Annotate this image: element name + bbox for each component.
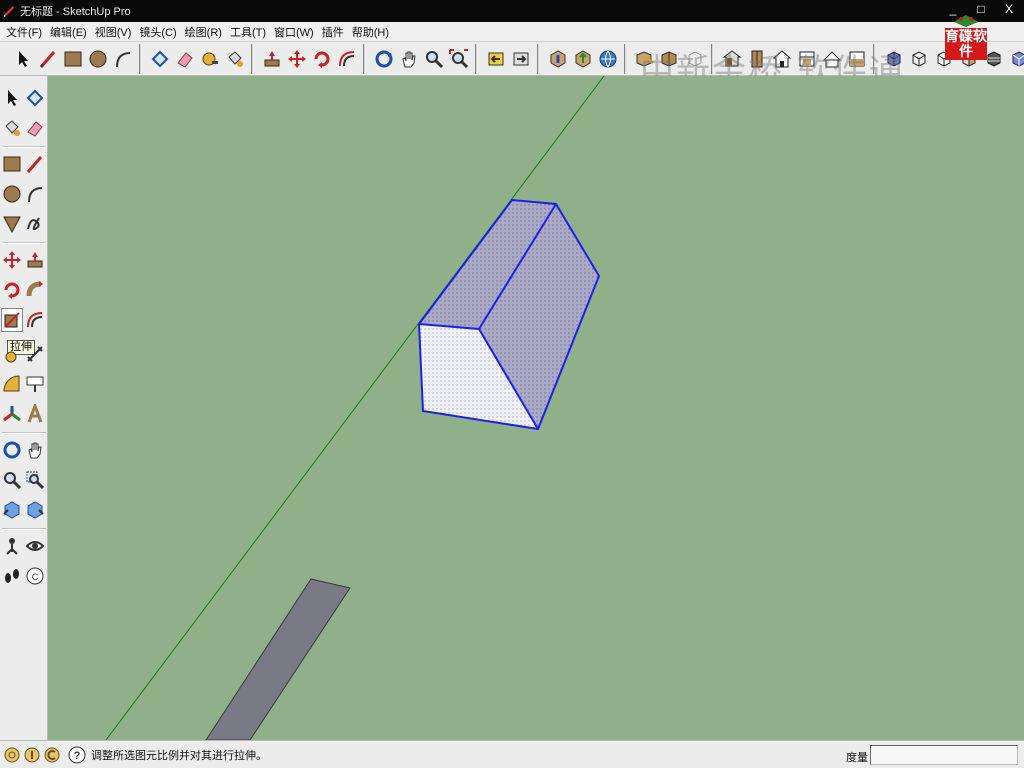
zoom-extents-icon[interactable] [447, 46, 471, 72]
axes-icon[interactable] [1, 402, 23, 426]
main-toolbar [0, 42, 1024, 76]
measurements-input[interactable] [870, 745, 1018, 765]
line-icon[interactable] [24, 152, 46, 176]
tape-measure-icon[interactable] [1, 342, 23, 366]
scene-drawing [105, 76, 605, 740]
menu-plugins[interactable]: 插件 [318, 24, 348, 40]
pan-icon[interactable] [397, 46, 421, 72]
logo-text: 育碟软件 [945, 28, 987, 60]
circle-icon[interactable] [1, 182, 23, 206]
section-icon[interactable] [683, 46, 707, 72]
eraser-icon[interactable] [24, 116, 46, 140]
user-icon[interactable] [43, 746, 61, 764]
credits-icon[interactable] [23, 746, 41, 764]
monochrome-icon[interactable] [1007, 46, 1024, 72]
back-view-icon[interactable] [820, 46, 844, 72]
follow-me-icon[interactable] [24, 278, 46, 302]
line-icon[interactable] [36, 46, 60, 72]
freehand-icon[interactable] [24, 212, 46, 236]
xray-icon[interactable] [882, 46, 906, 72]
arc-icon[interactable] [24, 182, 46, 206]
menu-window[interactable]: 窗口(W) [270, 24, 318, 40]
look-around-icon[interactable] [24, 534, 46, 558]
left-toolbar: 拉伸 C [0, 76, 48, 740]
status-bar: ? 调整所选图元比例并对其进行拉伸。 度量 [0, 740, 1024, 768]
menu-file[interactable]: 文件(F) [2, 24, 46, 40]
previous-view-icon[interactable] [1, 498, 23, 522]
scale-icon[interactable] [1, 308, 23, 332]
text-icon[interactable] [24, 372, 46, 396]
3d-text-icon[interactable] [24, 402, 46, 426]
model-viewport[interactable] [48, 76, 1024, 740]
push-pull-icon[interactable] [24, 248, 46, 272]
paint-bucket-icon[interactable] [223, 46, 247, 72]
wireframe-icon[interactable] [907, 46, 931, 72]
move-icon[interactable] [285, 46, 309, 72]
3d-warehouse-icon[interactable] [596, 46, 620, 72]
make-component-icon[interactable] [24, 86, 46, 110]
rectangle-icon[interactable] [61, 46, 85, 72]
close-button[interactable]: X [1002, 2, 1016, 16]
title-bar: 无标题 - SketchUp Pro _ □ X [0, 0, 1024, 22]
component-icon[interactable] [633, 46, 657, 72]
menu-bar: 文件(F) 编辑(E) 视图(V) 镜头(C) 绘图(R) 工具(T) 窗口(W… [0, 22, 1024, 42]
position-camera-icon[interactable] [1, 534, 23, 558]
zoom-icon[interactable] [1, 468, 23, 492]
select-icon[interactable] [1, 86, 23, 110]
dimension-icon[interactable] [24, 342, 46, 366]
polygon-icon[interactable] [1, 212, 23, 236]
left-view-icon[interactable] [845, 46, 869, 72]
iso-view-icon[interactable] [720, 46, 744, 72]
push-pull-icon[interactable] [260, 46, 284, 72]
share-model-icon[interactable] [571, 46, 595, 72]
right-view-icon[interactable] [795, 46, 819, 72]
status-hint: 调整所选图元比例并对其进行拉伸。 [91, 749, 267, 762]
sketchup-app-icon[interactable] [2, 4, 16, 18]
make-component-icon[interactable] [148, 46, 172, 72]
rectangle-icon[interactable] [1, 152, 23, 176]
menu-draw[interactable]: 绘图(R) [181, 24, 226, 40]
get-models-icon[interactable] [546, 46, 570, 72]
zoom-extents-icon[interactable] [24, 498, 46, 522]
svg-text:C: C [32, 572, 39, 582]
tape-measure-icon[interactable] [198, 46, 222, 72]
svg-text:?: ? [74, 750, 81, 762]
select-icon[interactable] [11, 46, 35, 72]
orbit-icon[interactable] [372, 46, 396, 72]
arc-icon[interactable] [111, 46, 135, 72]
menu-view[interactable]: 视图(V) [91, 24, 136, 40]
next-view-icon[interactable] [509, 46, 533, 72]
help-icon[interactable]: ? [67, 745, 87, 765]
share-component-icon[interactable] [658, 46, 682, 72]
front-view-icon[interactable] [770, 46, 794, 72]
paint-bucket-icon[interactable] [1, 116, 23, 140]
orbit-icon[interactable] [1, 438, 23, 462]
menu-edit[interactable]: 编辑(E) [46, 24, 91, 40]
menu-camera[interactable]: 镜头(C) [135, 24, 180, 40]
ground-slab[interactable] [205, 578, 351, 740]
previous-view-icon[interactable] [484, 46, 508, 72]
window-title: 无标题 - SketchUp Pro [20, 6, 131, 18]
walk-icon[interactable] [1, 564, 23, 588]
yudie-logo: 育碟软件 [945, 12, 987, 60]
menu-tools[interactable]: 工具(T) [226, 24, 270, 40]
measurements-label: 度量 [846, 752, 868, 764]
move-icon[interactable] [1, 248, 23, 272]
zoom-window-icon[interactable] [24, 468, 46, 492]
top-view-icon[interactable] [745, 46, 769, 72]
geo-location-icon[interactable] [3, 746, 21, 764]
circle-icon[interactable] [86, 46, 110, 72]
offset-icon[interactable] [335, 46, 359, 72]
pan-icon[interactable] [24, 438, 46, 462]
rotate-icon[interactable] [1, 278, 23, 302]
menu-help[interactable]: 帮助(H) [348, 24, 393, 40]
section-plane-icon[interactable]: C [24, 564, 46, 588]
offset-icon[interactable] [24, 308, 46, 332]
protractor-icon[interactable] [1, 372, 23, 396]
rotate-icon[interactable] [310, 46, 334, 72]
eraser-icon[interactable] [173, 46, 197, 72]
zoom-icon[interactable] [422, 46, 446, 72]
